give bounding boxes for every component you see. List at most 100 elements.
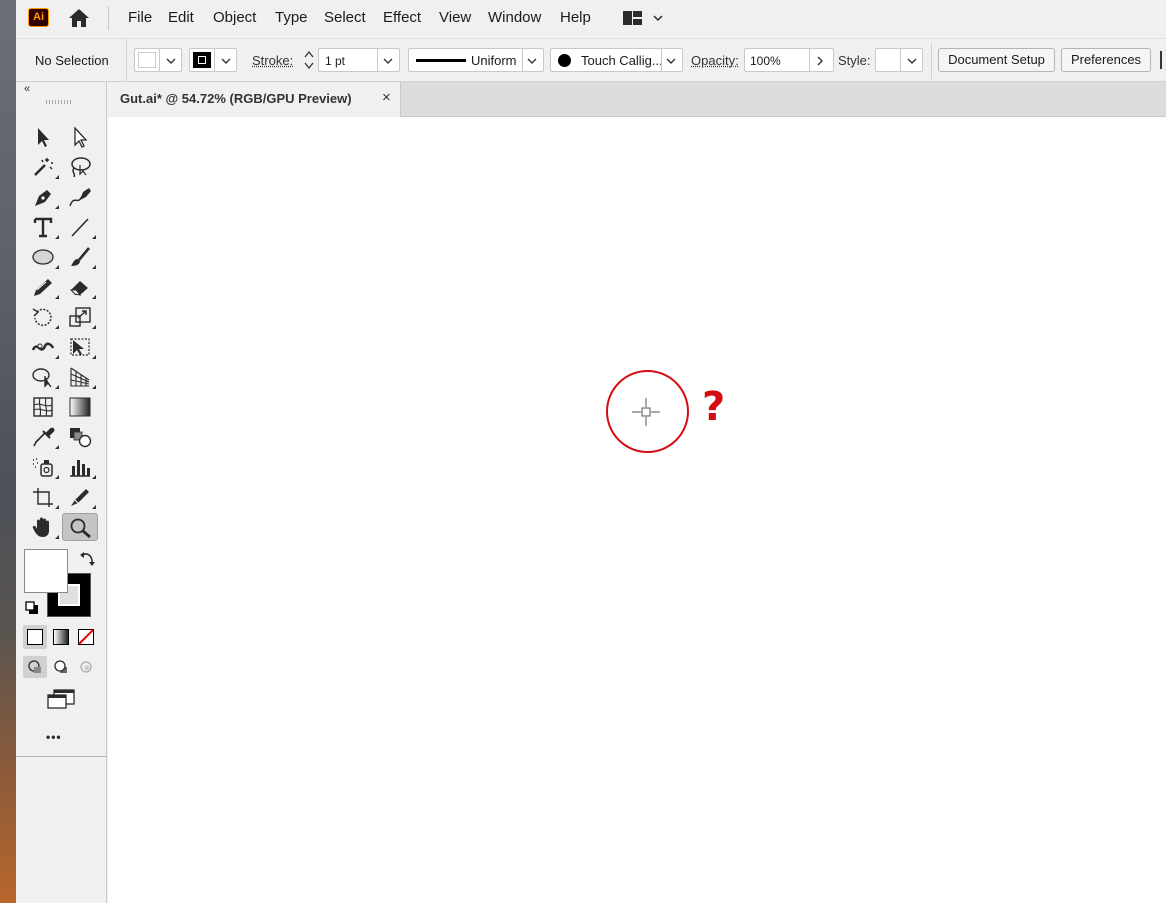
preferences-button[interactable]: Preferences bbox=[1061, 48, 1151, 72]
default-fill-stroke-icon[interactable] bbox=[25, 601, 39, 615]
curvature-tool[interactable] bbox=[62, 183, 98, 211]
free-transform-icon bbox=[70, 338, 90, 356]
document-tab[interactable]: Gut.ai* @ 54.72% (RGB/GPU Preview) × bbox=[107, 82, 401, 117]
menu-help[interactable]: Help bbox=[560, 8, 591, 28]
paintbrush-tool[interactable] bbox=[62, 243, 98, 271]
magnifier-icon bbox=[70, 518, 91, 539]
divider bbox=[809, 49, 810, 71]
eraser-tool[interactable] bbox=[62, 273, 98, 301]
edit-toolbar-more-icon[interactable]: ••• bbox=[46, 730, 62, 744]
color-mode-button[interactable] bbox=[23, 625, 47, 649]
menu-window[interactable]: Window bbox=[488, 8, 541, 28]
draw-normal-button[interactable] bbox=[23, 656, 47, 678]
overflow-edge bbox=[1160, 51, 1164, 69]
magic-wand-tool[interactable] bbox=[25, 153, 61, 181]
menu-effect[interactable]: Effect bbox=[383, 8, 421, 28]
shape-builder-tool[interactable] bbox=[25, 363, 61, 391]
menu-type[interactable]: Type bbox=[275, 8, 308, 28]
slice-tool[interactable] bbox=[62, 483, 98, 511]
none-mode-button[interactable] bbox=[74, 625, 98, 649]
selection-status: No Selection bbox=[35, 53, 109, 68]
scale-tool[interactable] bbox=[62, 303, 98, 331]
stroke-weight-value: 1 pt bbox=[325, 54, 346, 68]
divider bbox=[214, 49, 215, 71]
rotate-tool[interactable] bbox=[25, 303, 61, 331]
menu-edit[interactable]: Edit bbox=[168, 8, 194, 28]
ellipse-tool[interactable] bbox=[25, 243, 61, 271]
width-tool[interactable] bbox=[25, 333, 61, 361]
draw-inside-button[interactable] bbox=[74, 656, 98, 678]
stroke-stepper-icon[interactable] bbox=[302, 49, 316, 71]
pen-tool[interactable] bbox=[25, 183, 61, 211]
type-tool[interactable] bbox=[25, 213, 61, 241]
opacity-field[interactable]: 100% bbox=[744, 48, 834, 72]
style-label: Style: bbox=[838, 53, 871, 68]
lasso-tool[interactable] bbox=[62, 153, 98, 181]
home-button[interactable] bbox=[66, 6, 92, 30]
panel-grip[interactable] bbox=[46, 100, 72, 104]
lasso-icon bbox=[71, 157, 91, 178]
control-separator bbox=[931, 43, 932, 79]
shape-builder-icon bbox=[32, 368, 52, 388]
eyedropper-tool[interactable] bbox=[25, 423, 61, 451]
curvature-pen-icon bbox=[69, 188, 91, 207]
menu-view[interactable]: View bbox=[439, 8, 471, 28]
screen-mode-icon[interactable] bbox=[46, 688, 76, 710]
direct-selection-tool[interactable] bbox=[62, 123, 98, 151]
color-square-icon bbox=[27, 629, 43, 645]
slice-knife-icon bbox=[71, 489, 89, 506]
gradient-mode-button[interactable] bbox=[49, 625, 73, 649]
divider bbox=[900, 49, 901, 71]
zoom-tool[interactable] bbox=[62, 513, 98, 541]
stroke-color-dropdown[interactable] bbox=[189, 48, 237, 72]
chevron-down-icon bbox=[383, 58, 393, 64]
illustrator-window: Ai File Edit Object Type Select Effect V… bbox=[0, 0, 1166, 903]
column-graph-tool[interactable] bbox=[62, 453, 98, 481]
stroke-label[interactable]: Stroke: bbox=[252, 53, 293, 69]
fill-color-dropdown[interactable] bbox=[134, 48, 182, 72]
close-tab-icon[interactable]: × bbox=[382, 89, 391, 106]
swap-fill-stroke-icon[interactable] bbox=[78, 550, 96, 568]
shaper-tool[interactable] bbox=[25, 273, 61, 301]
opacity-label[interactable]: Opacity: bbox=[691, 53, 739, 69]
workspace-switcher[interactable] bbox=[622, 8, 666, 28]
menu-separator bbox=[108, 6, 109, 30]
document-setup-button[interactable]: Document Setup bbox=[938, 48, 1055, 72]
variable-width-profile-dropdown[interactable]: Uniform bbox=[408, 48, 544, 72]
none-swatch-icon bbox=[78, 629, 94, 645]
fill-color-swatch[interactable] bbox=[24, 549, 68, 593]
artboard-tool[interactable] bbox=[25, 483, 61, 511]
stroke-swatch-inner bbox=[198, 56, 206, 64]
line-segment-tool[interactable] bbox=[62, 213, 98, 241]
divider bbox=[377, 49, 378, 71]
artboard-icon bbox=[33, 488, 53, 507]
free-transform-tool[interactable] bbox=[62, 333, 98, 361]
symbol-sprayer-tool[interactable] bbox=[25, 453, 61, 481]
draw-behind-button[interactable] bbox=[49, 656, 73, 678]
document-tab-title: Gut.ai* @ 54.72% (RGB/GPU Preview) bbox=[120, 91, 352, 106]
menu-object[interactable]: Object bbox=[213, 8, 256, 28]
tools-panel: « ••• bbox=[16, 82, 107, 903]
control-bar: No Selection Stroke: 1 pt Uniform Touch … bbox=[16, 38, 1166, 83]
perspective-grid-tool[interactable] bbox=[62, 363, 98, 391]
hand-tool[interactable] bbox=[25, 513, 61, 541]
collapse-panel-icon[interactable]: « bbox=[24, 83, 30, 95]
artboard-canvas[interactable]: ? bbox=[108, 117, 1166, 903]
divider bbox=[522, 49, 523, 71]
pencil-icon bbox=[34, 279, 52, 296]
chevron-down-icon bbox=[166, 58, 176, 64]
gradient-tool[interactable] bbox=[62, 393, 98, 421]
blend-tool[interactable] bbox=[62, 423, 98, 451]
menu-select[interactable]: Select bbox=[324, 8, 366, 28]
selection-tool[interactable] bbox=[25, 123, 61, 151]
brush-definition-dropdown[interactable]: Touch Callig... bbox=[550, 48, 683, 72]
illustrator-logo: Ai bbox=[28, 8, 49, 27]
hand-icon bbox=[32, 517, 49, 537]
menu-file[interactable]: File bbox=[128, 8, 152, 28]
brush-dot-icon bbox=[558, 54, 571, 67]
stroke-weight-field[interactable]: 1 pt bbox=[318, 48, 400, 72]
chevron-down-icon bbox=[221, 58, 231, 64]
control-separator bbox=[126, 39, 127, 83]
mesh-tool[interactable] bbox=[25, 393, 61, 421]
graphic-style-dropdown[interactable] bbox=[875, 48, 923, 72]
